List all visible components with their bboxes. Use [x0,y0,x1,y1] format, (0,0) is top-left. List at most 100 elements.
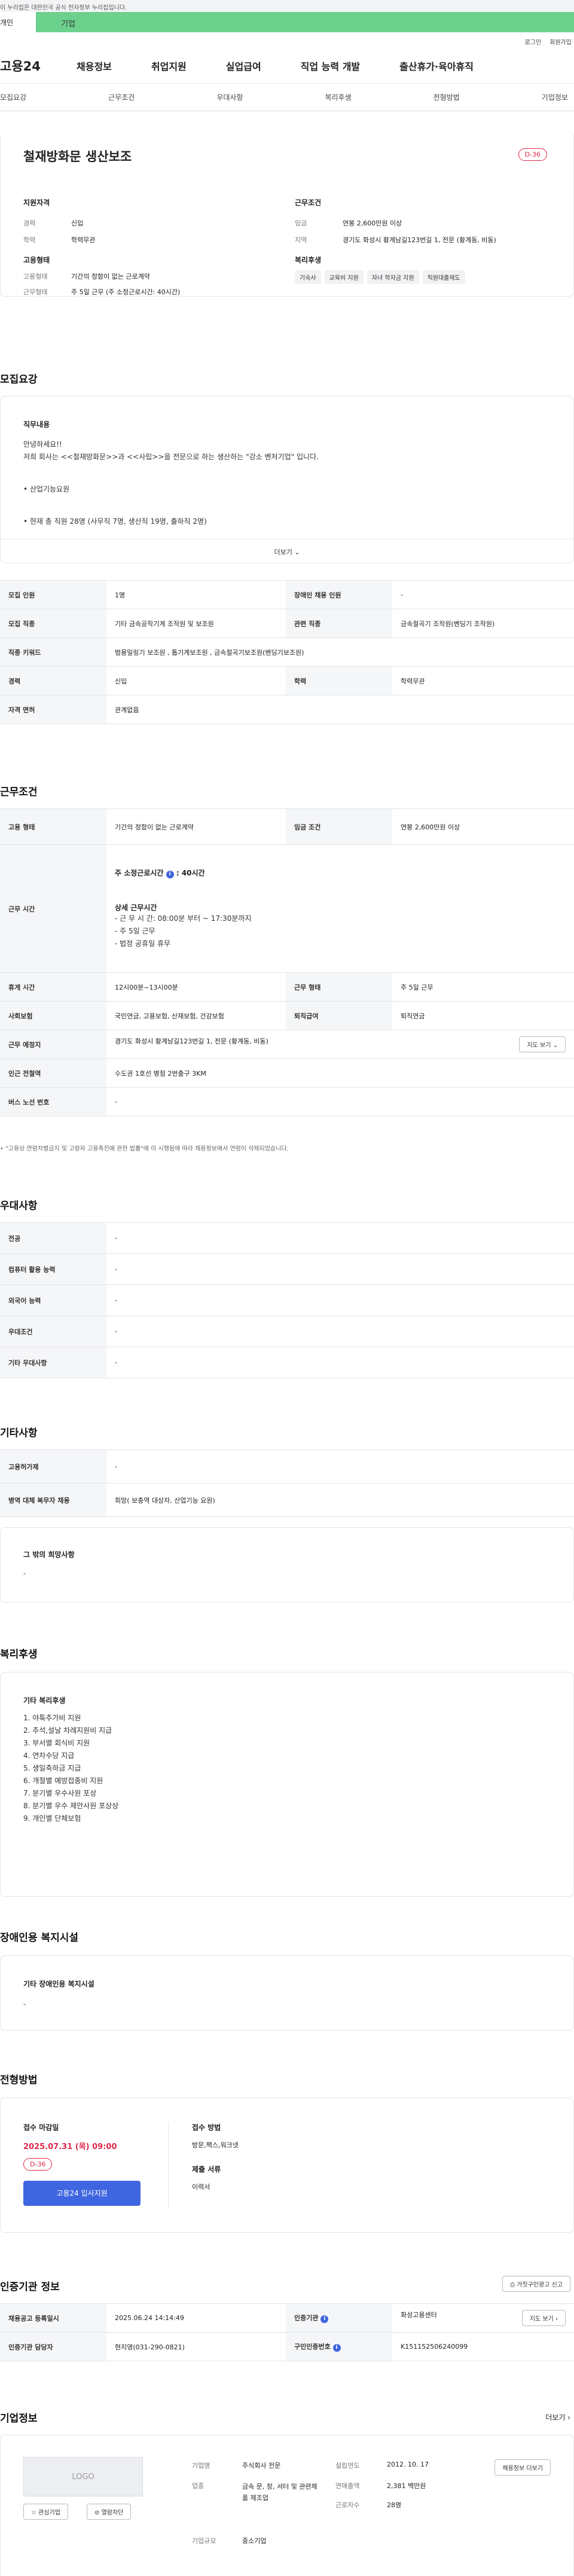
tab-conditions[interactable]: 근무조건 [108,92,135,102]
cell-label: 고용허가제 [0,1449,106,1484]
tab-company[interactable]: 기업정보 [542,92,568,102]
list-item: 1. 야툭추가비 지원 [23,1714,81,1722]
company-value: 28명 [387,2501,402,2509]
tab-selection[interactable]: 전형방법 [433,92,460,102]
agency-table: 채용공고 등록일시 2025.06.24 14:14:49 인증기관 i 화성고용센터… [0,2303,574,2361]
cell-value: 국민연금, 고용보험, 산재보험, 건강보험 [106,1001,286,1030]
block-button[interactable]: ⊘ 열람차단 [87,2504,132,2520]
company-value: 주식회사 전문 [242,2462,281,2470]
cond-value-1: 연봉 2,600만원 이상 [343,219,402,227]
cell-label: 모집 직종 [0,609,106,638]
cell-label: 컴퓨터 활용 능력 [0,1253,106,1285]
cell-value: 1명 [106,580,286,609]
cell-label: 인증기관 담당자 [0,2332,106,2361]
report-icon: ⎙ [510,2282,515,2288]
cell-value: - [106,1347,574,1378]
method-value: 방문,팩스,워크넷 [192,2141,239,2149]
cell-value: - [106,1316,574,1347]
cell-value: 범용밀링기 보조원 , 톱기계보조원 , 금속절곡기보조원(벤딩기보조원) [106,637,574,667]
company-label: 근로자수 [335,2501,360,2509]
cell-value: - [392,580,574,609]
dday-badge: D-36 [23,2158,53,2171]
site-logo[interactable]: 고용24 [0,57,77,75]
apply-button[interactable]: 고용24 입사지원 [23,2181,141,2206]
tab-business[interactable]: 기업 [36,12,574,32]
prefer-heading: 우대사항 [0,1200,38,1212]
company-more-link[interactable]: 더보기 › [545,2412,570,2422]
company-label: 연매출액 [335,2482,360,2490]
cell-label: 휴게 시간 [0,972,106,1002]
login-link[interactable]: 로그인 [525,37,542,48]
company-heading: 기업정보 [0,2413,38,2425]
hours-cell: 주 소정근로시간 i : 40시간 상세 근무시간 - 근 무 시 간: 08:… [106,844,574,973]
cell-value: 화성고용센터 지도 보기 › [392,2303,574,2333]
work-heading: 근무조건 [0,786,38,798]
more-toggle[interactable]: 더보기 ⌄ [1,539,573,563]
map-button-label: 지도 보기 [527,1042,551,1049]
interest-button[interactable]: ☆ 관심기업 [23,2504,68,2520]
docs-value: 이력서 [192,2183,210,2191]
welfare-list: 1. 야툭추가비 지원 2. 추석,설날 차례지원비 지급 3. 부서별 회식비… [23,1712,118,1825]
signup-link[interactable]: 회원가입 [549,37,572,48]
cell-value: 수도권 1호선 병점 2번출구 3KM [106,1058,574,1088]
tab-personal[interactable]: 개인 [0,12,36,32]
welfare-summary-heading: 복리후생 [295,256,322,264]
disability-heading: 장애인용 복지시설 [0,1932,79,1944]
agency-map-button[interactable]: 지도 보기 › [521,2310,566,2326]
cell-label: 관련 직종 [286,609,392,638]
tab-preference[interactable]: 우대사항 [216,92,243,102]
company-info-button[interactable]: 채용정보 더보기 [494,2459,551,2476]
gov-banner: 이 누리집은 대한민국 공식 전자정부 누리집입니다. [0,0,574,12]
chevron-down-icon: ⌄ [294,548,300,556]
more-label: 더보기 [274,548,292,556]
info-icon[interactable]: i [320,2315,329,2323]
chevron-down-icon: ⌄ [552,1042,558,1049]
cell-value: - [106,1253,574,1285]
gnb-unemployment[interactable]: 실업급여 [226,59,261,73]
welfare-tags: 기숙사 교육비 지원 자녀 학자금 지원 직원대출제도 [295,270,469,284]
cell-value: 신입 [106,666,286,695]
cond-heading: 근무조건 [295,199,322,207]
duty-body: 안녕하세요!! 저희 회사는 <<철재방화문>>과 <<사립>>을 전문으로 하… [23,438,549,528]
deadline-value: 2025.07.31 (목) 09:00 [23,2142,117,2151]
hours-detail-title: 상세 근무시간 [115,903,157,912]
list-item: 3. 부서별 회식비 지원 [23,1739,90,1747]
company-label: 기업규모 [192,2537,216,2545]
gnb-jobs[interactable]: 채용정보 [77,59,112,73]
report-button-label: 거짓구인광고 신고 [517,2282,563,2288]
global-nav: 고용24 채용정보 취업지원 실업급여 직업 능력 개발 출산휴가·육아휴직 [0,48,574,84]
cell-label: 고용 형태 [0,808,106,845]
list-item: 9. 개인별 단체보험 [23,1814,81,1823]
cond-label-2: 지역 [295,236,307,244]
cell-label: 우대조건 [0,1316,106,1347]
report-button[interactable]: ⎙ 거짓구인광고 신고 [502,2276,570,2292]
cell-value: 퇴직연금 [392,1001,574,1030]
gnb-leave[interactable]: 출산휴가·육아휴직 [399,59,474,73]
company-info-label: 채용정보 더보기 [502,2465,543,2472]
cell-value: 연봉 2,600만원 이상 [392,808,574,845]
gnb-employment-support[interactable]: 취업지원 [151,59,187,73]
company-value: 2,381 백만원 [387,2482,426,2490]
company-label: 기업명 [192,2462,210,2470]
tab-welfare[interactable]: 복리후생 [325,92,351,102]
disability-card: 기타 장애인용 복지시설 - [0,1955,574,2031]
summary-card: 철재방화문 생산보조 D-36 지원자격 경력 신입 학력 학력무관 근무조건 … [0,135,574,297]
gnb-training[interactable]: 직업 능력 개발 [301,59,360,73]
welfare-heading: 복리후생 [0,1649,38,1661]
list-item: 7. 분기별 우수사원 포상 [23,1789,97,1797]
welfare-tag: 자녀 학자금 지원 [367,270,419,284]
welfare-tag: 교육비 지원 [324,270,364,284]
cell-value: - [106,1087,574,1116]
docs-label: 제출 서류 [192,2165,221,2174]
info-icon[interactable]: i [166,870,174,878]
cell-value: 기타 금속공작기계 조작원 및 보조원 [106,609,286,638]
list-item: 4. 연차수당 지급 [23,1751,75,1760]
cell-label: 근무 시간 [0,844,106,973]
id-label: 구인인증번호 [294,2343,331,2351]
cell-label: 경력 [0,666,106,695]
map-button[interactable]: 지도 보기 ⌄ [519,1036,566,1052]
cell-value: 주 5일 근무 [392,972,574,1002]
tab-recruit[interactable]: 모집요강 [0,92,26,102]
info-icon[interactable]: i [332,2344,341,2352]
duty-line: 안녕하세요!! [23,440,62,448]
